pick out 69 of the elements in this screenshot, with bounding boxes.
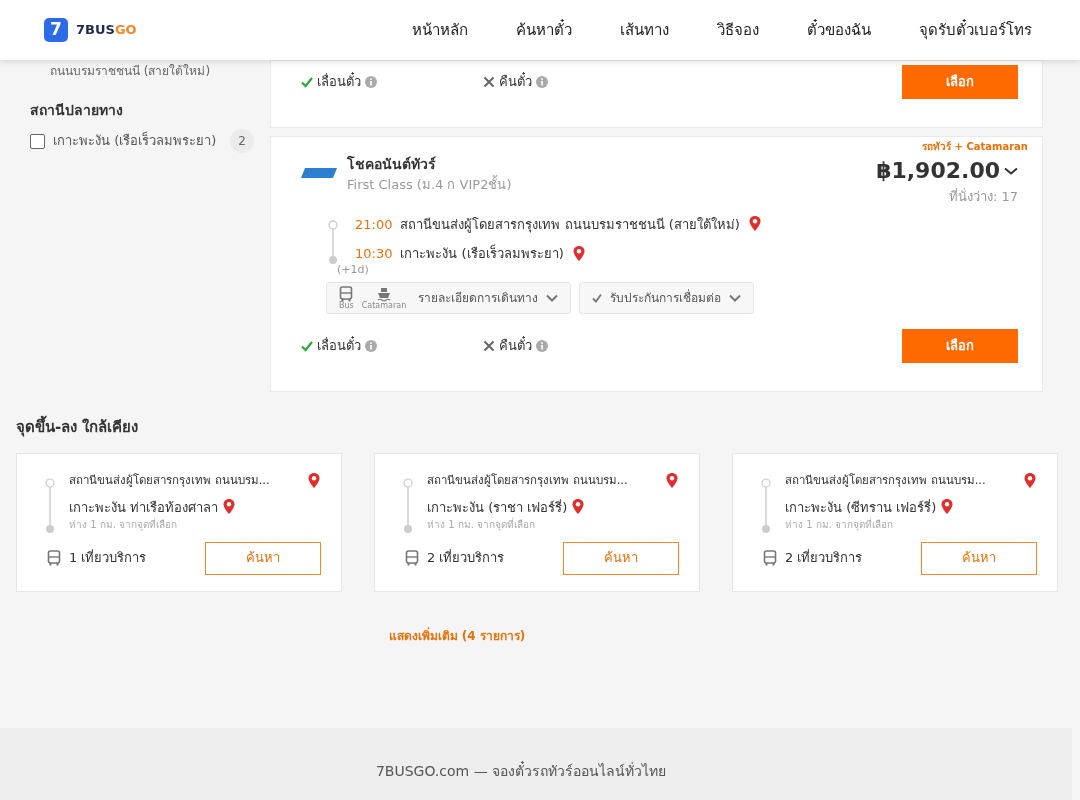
- info-icon: [536, 76, 548, 88]
- stop-name: เกาะพะงัน (ราชา เฟอร์รี่): [427, 498, 568, 517]
- map-pin-icon: [665, 471, 679, 490]
- nav-link[interactable]: วิธีจอง: [717, 18, 759, 42]
- insurance-label: รับประกันการเชื่อมต่อ: [610, 289, 722, 307]
- chevron-down-icon: [1004, 166, 1018, 175]
- map-pin-icon: [1023, 471, 1037, 490]
- seats-available: ที่นั่งว่าง: 17: [947, 187, 1018, 206]
- info-icon: [365, 76, 377, 88]
- trip-count: 2 เที่ยวบริการ: [427, 548, 505, 568]
- map-pin-icon: [307, 471, 321, 490]
- section-title: จุดขึ้น-ลง ใกล้เคียง: [16, 416, 1058, 439]
- departure-time: 21:00: [355, 215, 393, 234]
- stop-name: เกาะพะงัน ท่าเรือท้องศาลา: [69, 498, 219, 517]
- chevron-down-icon: [546, 294, 559, 302]
- bus-icon: [405, 550, 419, 566]
- logo-text: 7BUSGO: [76, 21, 137, 40]
- policy-label: คืนตั๋ว: [499, 336, 532, 356]
- nav-link[interactable]: ค้นหาตั๋ว: [516, 18, 572, 42]
- departure-time: 10:30: [355, 245, 393, 263]
- timeline-drawing: [45, 477, 55, 534]
- logo-icon[interactable]: 7: [44, 18, 68, 42]
- bus-icon: [339, 286, 354, 302]
- distance-note: ห่าง 1 กม. จากจุดที่เลือก: [69, 517, 179, 532]
- day-offset: (+1d): [337, 261, 370, 278]
- policy-label: เลื่อนตั๋ว: [317, 336, 361, 356]
- info-icon: [365, 340, 377, 352]
- boat-icon: [376, 286, 391, 302]
- info-icon: [536, 340, 548, 352]
- distance-note: ห่าง 1 กม. จากจุดที่เลือก: [427, 517, 537, 532]
- mode-label: Bus: [339, 302, 354, 310]
- sidebar-text: ถนนบรมราชชนนี (สายใต้ใหม่): [50, 63, 212, 80]
- route-tag: รถทัวร์ + Catamaran: [301, 139, 1028, 154]
- operator-name: โชคอนันต์ทัวร์: [347, 154, 437, 174]
- policy-label: เลื่อนตั๋ว: [317, 72, 361, 92]
- filter-title: สถานีปลายทาง: [30, 101, 124, 120]
- nav-link[interactable]: ตั๋วของฉัน: [807, 18, 871, 42]
- timeline-drawing: [403, 477, 413, 534]
- policy-label: คืนตั๋ว: [499, 72, 532, 92]
- trip-details-button[interactable]: Bus Catamaran รายละเอียดการเดินทาง: [326, 282, 572, 314]
- count-badge: 2: [230, 129, 254, 153]
- operator-logo: [301, 166, 339, 180]
- timeline-drawing: [327, 218, 339, 265]
- footer-text: 7BUSGO.com — จองตั๋วรถทัวร์ออนไลน์ทั่วไทย: [375, 760, 667, 781]
- stop-name: สถานีขนส่งผู้โดยสารกรุงเทพ ถนนบรม...: [69, 471, 270, 489]
- trip-count: 2 เที่ยวบริการ: [785, 548, 863, 568]
- bus-icon: [47, 550, 61, 566]
- distance-note: ห่าง 1 กม. จากจุดที่เลือก: [785, 517, 895, 532]
- mode-label: Catamaran: [361, 302, 407, 310]
- timeline-drawing: [761, 477, 771, 534]
- nav-link[interactable]: เส้นทาง: [620, 18, 669, 42]
- check-icon: [592, 293, 603, 303]
- stop-name: สถานีขนส่งผู้โดยสารกรุงเทพ ถนนบรม...: [427, 471, 628, 489]
- seat-class: First Class (ม.4 ก VIP2ชั้น): [347, 175, 512, 194]
- filter-option-label: เกาะพะงัน (เรือเร็วลมพระยา): [53, 131, 217, 151]
- nav-link[interactable]: จุดรับตั๋วเบอร์โทร: [919, 18, 1032, 42]
- nav-link[interactable]: หน้าหลัก: [412, 18, 468, 42]
- checkbox[interactable]: [30, 133, 45, 149]
- stop-name: สถานีขนส่งผู้โดยสารกรุงเทพ ถนนบรม...: [785, 471, 986, 489]
- details-label: รายละเอียดการเดินทาง: [418, 290, 539, 307]
- map-pin-icon: [571, 244, 586, 263]
- stop-name: สถานีขนส่งผู้โดยสารกรุงเทพ ถนนบรมราชชนนี (สายใต้ใหม่): [400, 215, 740, 234]
- stop-name: เกาะพะงัน (เรือเร็วลมพระยา): [400, 244, 564, 263]
- chevron-down-icon: [729, 294, 742, 302]
- price: ฿1,902.00: [876, 157, 1000, 185]
- trip-count: 1 เที่ยวบริการ: [69, 548, 147, 568]
- stop-name: เกาะพะงัน (ซีทราน เฟอร์รี่): [785, 498, 937, 517]
- bus-icon: [763, 550, 777, 566]
- insurance-button[interactable]: รับประกันการเชื่อมต่อ: [579, 282, 755, 314]
